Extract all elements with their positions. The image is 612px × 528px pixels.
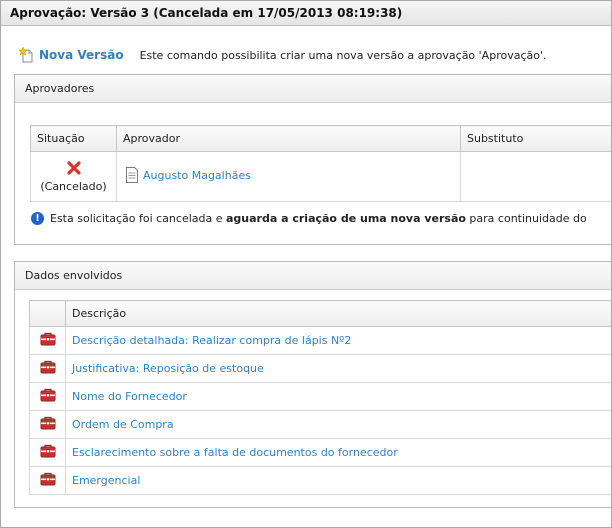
column-header-descricao: Descrição [65,300,611,327]
toolbox-icon [40,360,56,377]
toolbox-icon [40,472,56,489]
info-icon: ! [31,212,44,225]
table-row: Emergencial [29,466,611,495]
status-cell: (Cancelado) [30,151,117,202]
info-prefix: Esta solicitação foi cancelada e [50,212,226,225]
approvers-panel-title: Aprovadores [15,75,611,103]
description-cell: Emergencial [65,466,611,495]
data-panel-title: Dados envolvidos [15,262,611,290]
icon-cell [29,382,66,411]
description-link[interactable]: Esclarecimento sobre a falta de document… [72,446,398,459]
document-icon [125,167,139,183]
approvers-header-row: Situação Aprovador Substituto [30,125,611,152]
substitute-cell [460,151,611,202]
approver-name: Augusto Magalhães [143,168,251,182]
toolbox-icon [40,416,56,433]
info-suffix: para continuidade do [465,212,587,225]
column-header-aprovador: Aprovador [116,125,461,152]
table-row: Esclarecimento sobre a falta de document… [29,438,611,467]
table-row: Descrição detalhada: Realizar compra de … [29,326,611,355]
data-panel: Dados envolvidos Descrição Descrição det… [14,261,611,508]
cancel-info-message: ! Esta solicitação foi cancelada e aguar… [31,212,587,225]
table-row: Nome do Fornecedor [29,382,611,411]
page-title: Aprovação: Versão 3 (Cancelada em 17/05/… [1,1,611,26]
description-cell: Esclarecimento sobre a falta de document… [65,438,611,467]
icon-cell [29,354,66,383]
new-version-label: Nova Versão [39,48,124,62]
description-cell: Justificativa: Reposição de estoque [65,354,611,383]
data-table: Descrição Descrição detalhada: Realizar … [29,300,611,495]
column-header-substituto: Substituto [460,125,611,152]
status-text: (Cancelado) [40,179,107,193]
toolbox-icon [40,388,56,405]
description-link[interactable]: Emergencial [72,474,140,487]
description-cell: Ordem de Compra [65,410,611,439]
description-cell: Nome do Fornecedor [65,382,611,411]
info-bold: aguarda a criação de uma nova versão [226,212,466,225]
approval-window: Aprovação: Versão 3 (Cancelada em 17/05/… [0,0,612,528]
column-header-situacao: Situação [30,125,117,152]
new-version-button[interactable]: Nova Versão [17,46,124,63]
data-header-row: Descrição [29,300,611,327]
icon-cell [29,410,66,439]
approver-link[interactable]: Augusto Magalhães [125,167,251,183]
command-description: Este comando possibilita criar uma nova … [139,48,547,62]
approvers-panel: Aprovadores Situação Aprovador Substitut… [14,74,611,245]
command-bar: Nova Versão Este comando possibilita cri… [17,45,547,65]
new-document-star-icon [17,46,35,63]
icon-cell [29,326,66,355]
icon-cell [29,466,66,495]
icon-column-header [29,300,66,327]
toolbox-icon [40,332,56,349]
description-link[interactable]: Justificativa: Reposição de estoque [72,362,264,375]
toolbox-icon [40,444,56,461]
table-row: (Cancelado) Augusto Magalhães [30,151,611,202]
approvers-table: Situação Aprovador Substituto (Cancelado… [30,125,611,202]
table-row: Justificativa: Reposição de estoque [29,354,611,383]
description-cell: Descrição detalhada: Realizar compra de … [65,326,611,355]
description-link[interactable]: Descrição detalhada: Realizar compra de … [72,334,351,347]
icon-cell [29,438,66,467]
description-link[interactable]: Ordem de Compra [72,418,174,431]
description-link[interactable]: Nome do Fornecedor [72,390,187,403]
approver-cell: Augusto Magalhães [116,151,461,202]
red-x-icon [32,160,115,177]
table-row: Ordem de Compra [29,410,611,439]
